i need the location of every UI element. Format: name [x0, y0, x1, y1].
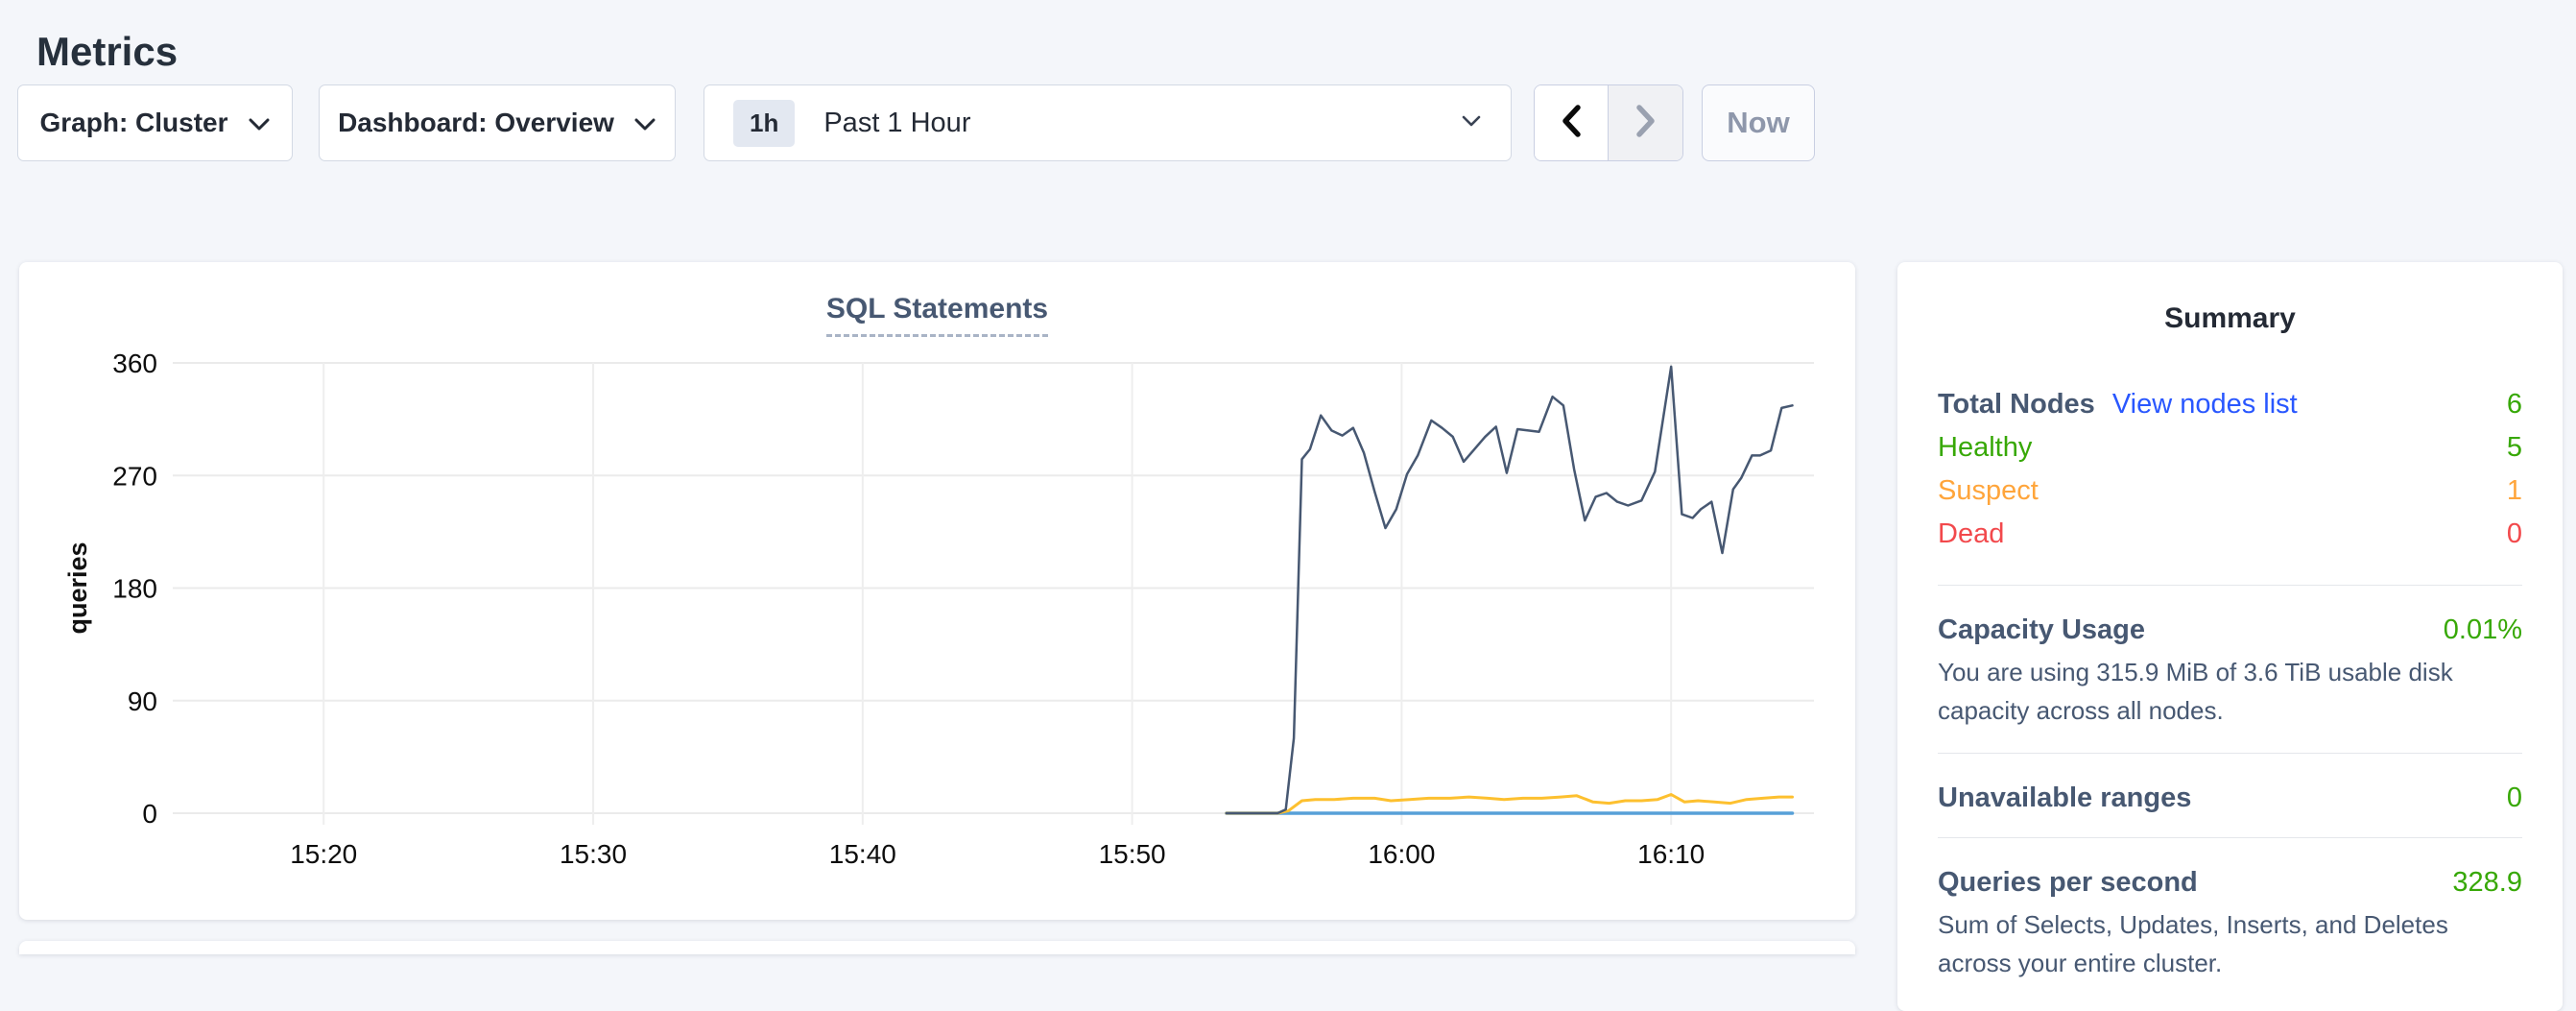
summary-title: Summary [1938, 302, 2522, 335]
queries-per-second-row: Queries per second 328.9 [1938, 867, 2522, 899]
queries-per-second-value: 328.9 [2452, 867, 2522, 899]
divider [1938, 837, 2522, 838]
navy-series [1227, 367, 1793, 813]
svg-text:90: 90 [128, 686, 157, 716]
next-chart-card-edge [19, 941, 1855, 954]
dead-value: 0 [2507, 518, 2522, 550]
chevron-right-icon [1634, 104, 1658, 143]
svg-text:15:50: 15:50 [1099, 839, 1166, 869]
previous-time-button[interactable] [1535, 85, 1609, 160]
chevron-left-icon [1560, 104, 1583, 143]
dead-label: Dead [1938, 518, 2004, 550]
chart-title[interactable]: SQL Statements [826, 293, 1048, 337]
time-range-label: Past 1 Hour [823, 108, 970, 139]
unavailable-ranges-value: 0 [2507, 782, 2522, 814]
next-time-button[interactable] [1609, 85, 1682, 160]
time-step-buttons [1534, 84, 1683, 161]
sql-statements-chart-card: SQL Statements 0 90 180 270 360 15:20 15:30 15:… [19, 262, 1855, 920]
capacity-usage-label: Capacity Usage [1938, 614, 2145, 646]
svg-text:15:20: 15:20 [290, 839, 357, 869]
svg-text:16:00: 16:00 [1368, 839, 1435, 869]
chevron-down-icon [248, 108, 271, 138]
capacity-usage-value: 0.01% [2444, 614, 2522, 646]
divider [1938, 753, 2522, 754]
total-nodes-row: Total Nodes View nodes list 6 [1938, 389, 2522, 432]
suspect-label: Suspect [1938, 475, 2039, 507]
svg-text:15:40: 15:40 [829, 839, 896, 869]
svg-text:0: 0 [142, 799, 157, 829]
graph-dropdown-label: Graph: Cluster [39, 108, 227, 138]
sql-statements-chart[interactable]: 0 90 180 270 360 15:20 15:30 15:40 15:50 16:00 16:… [58, 344, 1852, 901]
healthy-value: 5 [2507, 432, 2522, 464]
svg-text:270: 270 [112, 461, 157, 491]
healthy-nodes-row: Healthy 5 [1938, 432, 2522, 475]
now-button[interactable]: Now [1702, 84, 1815, 161]
total-nodes-value: 6 [2507, 389, 2522, 421]
yellow-series [1227, 795, 1793, 814]
suspect-value: 1 [2507, 475, 2522, 507]
svg-text:15:30: 15:30 [560, 839, 627, 869]
capacity-usage-row: Capacity Usage 0.01% [1938, 614, 2522, 646]
graph-dropdown[interactable]: Graph: Cluster [17, 84, 293, 161]
capacity-usage-description: You are using 315.9 MiB of 3.6 TiB usabl… [1938, 654, 2522, 730]
queries-per-second-label: Queries per second [1938, 867, 2198, 899]
svg-text:180: 180 [112, 574, 157, 604]
dead-nodes-row: Dead 0 [1938, 518, 2522, 562]
suspect-nodes-row: Suspect 1 [1938, 475, 2522, 518]
unavailable-ranges-label: Unavailable ranges [1938, 782, 2191, 814]
unavailable-ranges-row: Unavailable ranges 0 [1938, 782, 2522, 814]
divider [1938, 585, 2522, 586]
time-range-badge: 1h [733, 100, 795, 147]
page-title: Metrics [36, 29, 178, 75]
chevron-down-icon [633, 108, 656, 138]
svg-text:queries: queries [63, 542, 92, 634]
dashboard-dropdown-label: Dashboard: Overview [338, 108, 614, 138]
time-range-selector[interactable]: 1h Past 1 Hour [704, 84, 1512, 161]
svg-text:16:10: 16:10 [1637, 839, 1705, 869]
view-nodes-list-link[interactable]: View nodes list [2112, 389, 2298, 421]
healthy-label: Healthy [1938, 432, 2032, 464]
svg-text:360: 360 [112, 349, 157, 378]
dashboard-dropdown[interactable]: Dashboard: Overview [319, 84, 676, 161]
summary-panel: Summary Total Nodes View nodes list 6 He… [1897, 262, 2563, 1011]
queries-per-second-description: Sum of Selects, Updates, Inserts, and De… [1938, 906, 2522, 982]
total-nodes-label: Total Nodes [1938, 389, 2095, 421]
chevron-down-icon [1461, 114, 1482, 132]
